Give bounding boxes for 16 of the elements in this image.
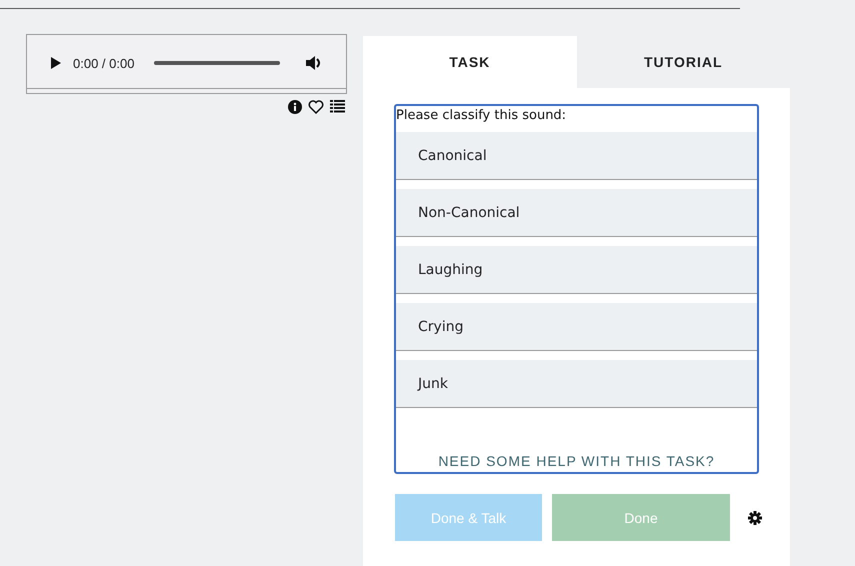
settings-icon[interactable] [748,510,762,524]
progress-track[interactable] [154,61,280,65]
answer-option[interactable]: Crying [396,303,757,351]
question-text: Please classify this sound: [396,107,568,123]
answer-option[interactable]: Laughing [396,246,757,294]
time-display: 0:00 / 0:00 [73,56,134,70]
answer-option[interactable]: Non-Canonical [396,189,757,237]
tab[interactable]: TUTORIAL [576,36,790,88]
answer-option[interactable]: Junk [396,360,757,408]
heart-icon[interactable] [308,100,324,114]
list-icon[interactable] [330,100,345,113]
answer-option[interactable]: Canonical [396,132,757,180]
help-link[interactable]: NEED SOME HELP WITH THIS TASK? [396,453,757,472]
info-icon[interactable] [288,100,302,114]
volume-icon[interactable] [306,56,322,70]
play-icon[interactable] [51,57,61,69]
